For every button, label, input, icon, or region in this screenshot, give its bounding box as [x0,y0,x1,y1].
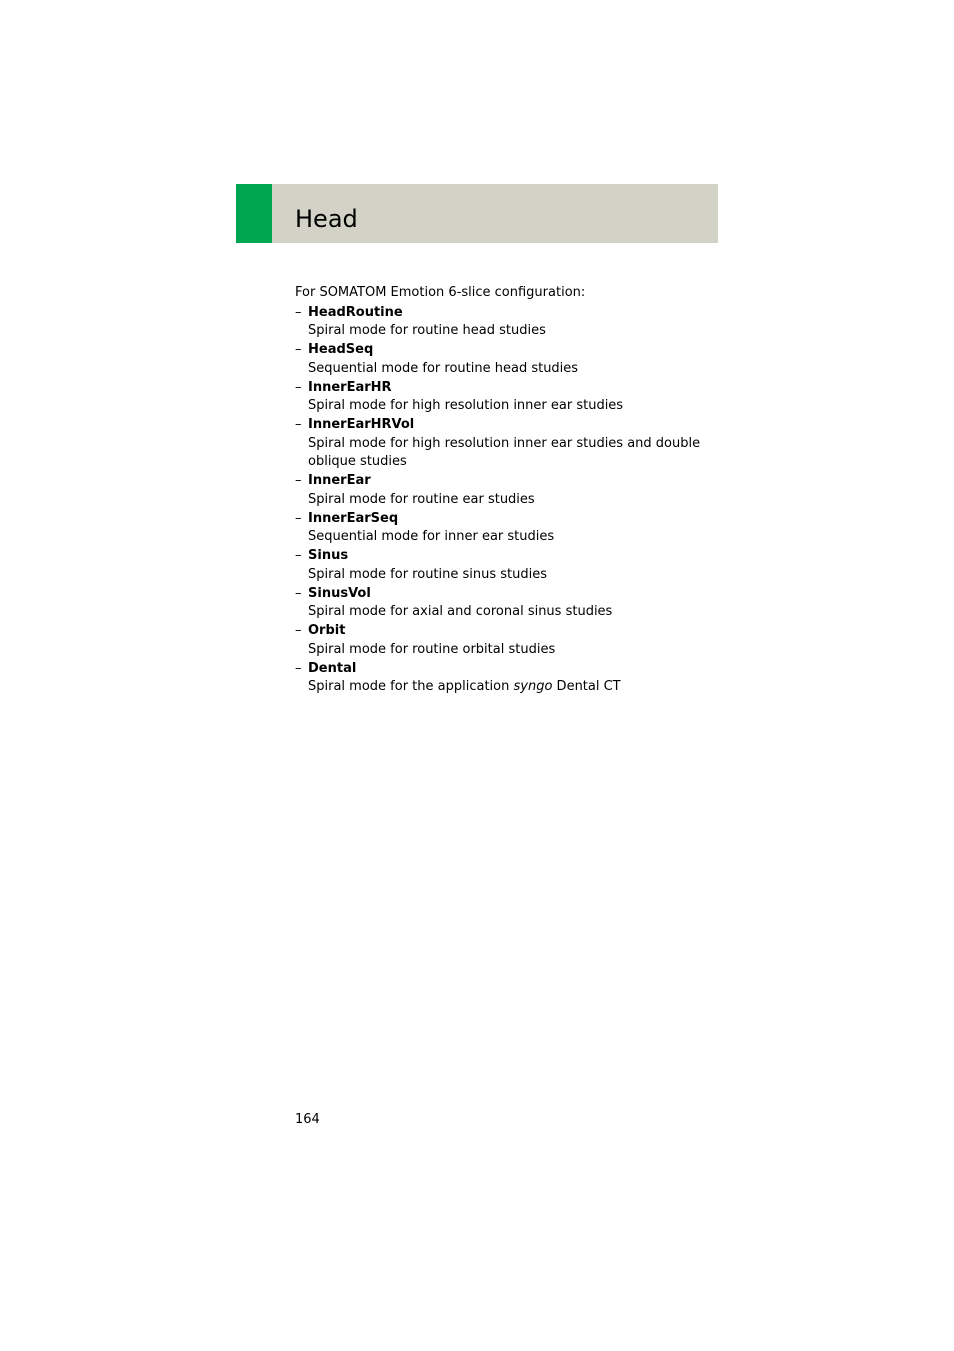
protocol-name: HeadRoutine [308,304,403,320]
protocol-description: Spiral mode for axial and coronal sinus … [308,604,613,619]
dash-bullet: – [295,585,302,601]
dash-bullet: – [295,342,302,357]
list-item: – HeadSeq Sequential mode for routine he… [295,341,715,378]
list-item: – HeadRoutine Spiral mode for routine he… [295,304,715,341]
protocol-name: InnerEar [308,473,371,488]
protocol-description: Sequential mode for inner ear studies [308,529,555,544]
list-item: – InnerEarHRVol Spiral mode for high res… [295,416,715,472]
dash-bullet: – [295,510,302,526]
protocol-description: Spiral mode for routine sinus studies [308,566,548,582]
dash-bullet: – [295,548,302,563]
dash-bullet: – [295,304,302,320]
list-item: – Orbit Spiral mode for routine orbital … [295,622,715,659]
protocol-description: Sequential mode for routine head studies [308,360,579,376]
dash-bullet: – [295,473,302,488]
list-item: – InnerEarSeq Sequential mode for inner … [295,510,715,547]
dash-bullet: – [295,623,302,638]
protocol-name: Orbit [308,623,346,638]
list-item: – Sinus Spiral mode for routine sinus st… [295,547,715,584]
section-title: Head [295,205,358,233]
dash-bullet: – [295,379,302,395]
intro-text: For SOMATOM Emotion 6-slice configuratio… [295,285,586,300]
list-item: – InnerEarHR Spiral mode for high resolu… [295,379,715,416]
protocol-name: InnerEarHR [308,379,392,395]
protocol-description: Spiral mode for routine orbital studies [308,641,556,657]
protocol-description: Spiral mode for routine ear studies [308,491,535,507]
section-header: Head [236,184,718,243]
protocol-name: Dental [308,660,357,676]
protocol-description: Spiral mode for high resolution inner ea… [308,435,701,470]
protocol-name: InnerEarHRVol [308,417,415,432]
protocol-list-content: For SOMATOM Emotion 6-slice configuratio… [295,284,715,697]
protocol-description: Spiral mode for the application syngo De… [308,678,715,697]
protocol-name: InnerEarSeq [308,510,399,526]
list-item: – SinusVol Spiral mode for axial and cor… [295,585,715,622]
protocol-name: SinusVol [308,585,371,601]
dash-bullet: – [295,417,302,432]
list-item: – Dental Spiral mode for the application… [295,660,715,697]
product-name-italic: syngo [513,679,553,694]
protocol-name: HeadSeq [308,342,374,357]
protocol-description: Spiral mode for high resolution inner ea… [308,398,624,413]
description-text: Spiral mode for the application [308,679,514,694]
protocol-description: Spiral mode for routine head studies [308,323,546,338]
description-text: Dental CT [552,679,621,694]
protocol-name: Sinus [308,548,349,563]
section-accent-bar [236,184,272,243]
page-number: 164 [295,1112,320,1127]
dash-bullet: – [295,660,302,676]
list-item: – InnerEar Spiral mode for routine ear s… [295,472,715,509]
